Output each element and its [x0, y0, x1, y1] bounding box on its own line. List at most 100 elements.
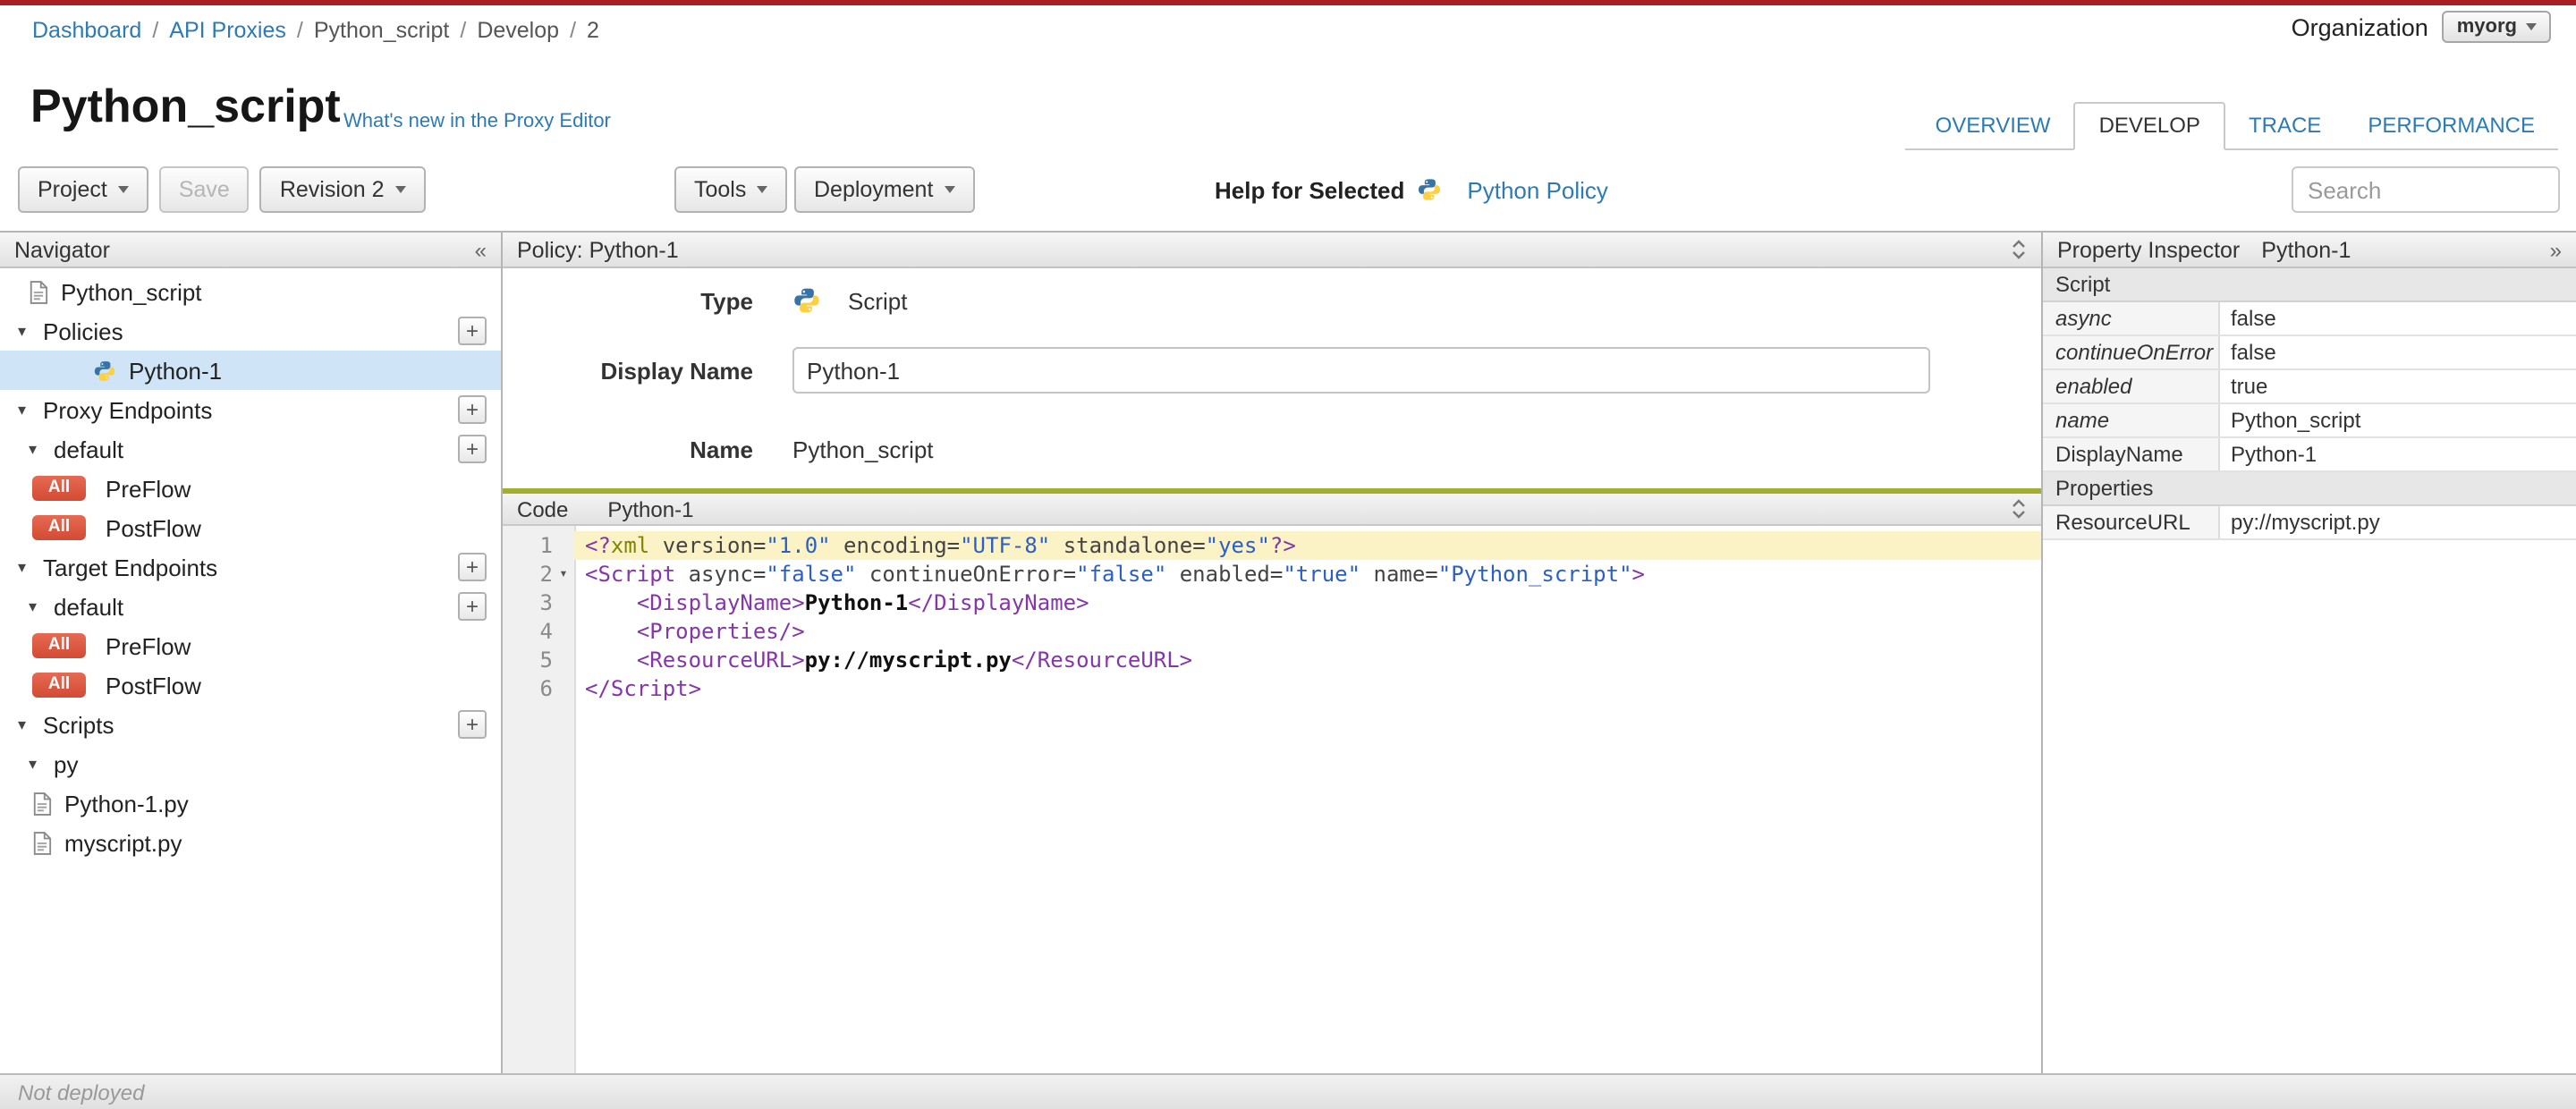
- code-token: <Properties/>: [636, 619, 805, 644]
- nav-item-postflow[interactable]: All PostFlow: [0, 508, 501, 547]
- display-name-row: Display Name: [503, 347, 2041, 394]
- line-gutter: 2 ▾: [503, 560, 574, 588]
- status-bar: Not deployed: [0, 1073, 2576, 1109]
- code-token: async=: [675, 562, 767, 587]
- deployment-button-group: Deployment: [794, 166, 975, 213]
- name-control: Python_script: [792, 436, 934, 463]
- whats-new-link[interactable]: What's new in the Proxy Editor: [343, 111, 611, 132]
- code-token: ?>: [1269, 533, 1296, 558]
- nav-item-label: default: [54, 593, 124, 620]
- chevron-down-icon: [394, 186, 406, 193]
- nav-item-label: myscript.py: [64, 829, 182, 856]
- fold-icon[interactable]: ▾: [553, 560, 574, 588]
- code-line[interactable]: 4 <Properties/>: [503, 617, 2041, 646]
- code-token: </ResourceURL>: [1011, 648, 1193, 673]
- type-row: Type Script: [503, 286, 2041, 315]
- property-value[interactable]: Python-1: [2220, 442, 2576, 467]
- type-label: Type: [700, 287, 753, 314]
- inspector-property-row: ResourceURL py://myscript.py: [2043, 506, 2576, 540]
- code-line[interactable]: 3 <DisplayName>Python-1</DisplayName>: [503, 588, 2041, 617]
- project-button[interactable]: Project: [18, 166, 148, 213]
- nav-item-python-1-py[interactable]: Python-1.py: [0, 783, 501, 823]
- property-value[interactable]: false: [2220, 340, 2576, 365]
- project-button-group: Project Save Revision 2: [18, 166, 426, 213]
- add-button[interactable]: +: [458, 317, 487, 345]
- project-button-label: Project: [38, 177, 107, 202]
- caret-down-icon: ▾: [18, 557, 27, 575]
- nav-item-preflow[interactable]: All PreFlow: [0, 469, 501, 508]
- code-editor[interactable]: 1 <?xml version="1.0" encoding="UTF-8" st…: [503, 526, 2041, 1073]
- inspector-property-row: DisplayName Python-1: [2043, 438, 2576, 472]
- nav-item-preflow[interactable]: All PreFlow: [0, 626, 501, 665]
- code-line[interactable]: 2 ▾ <Script async="false" continueOnError=…: [503, 560, 2041, 588]
- nav-item-proxy-endpoints[interactable]: ▾ Proxy Endpoints +: [0, 390, 501, 429]
- collapse-left-icon[interactable]: «: [475, 239, 487, 260]
- code-token: "true": [1283, 562, 1361, 587]
- inspector-property-row: enabled true: [2043, 370, 2576, 404]
- code-line[interactable]: 5 <ResourceURL>py://myscript.py</Resourc…: [503, 646, 2041, 674]
- line-gutter: 4: [503, 617, 574, 646]
- code-token: "false": [766, 562, 857, 587]
- inspector-table: Script async false continueOnError false enab…: [2043, 268, 2576, 1073]
- expand-right-icon[interactable]: »: [2550, 239, 2562, 260]
- nav-item-python-script[interactable]: Python_script: [0, 272, 501, 311]
- line-number: 5: [539, 648, 553, 673]
- search-input[interactable]: [2292, 166, 2560, 213]
- breadcrumb-item[interactable]: API Proxies: [169, 18, 286, 43]
- tab-overview[interactable]: OVERVIEW: [1912, 104, 2074, 148]
- code-line[interactable]: 6 </Script>: [503, 674, 2041, 703]
- help-area: Help for Selected Python Policy: [1215, 166, 1608, 213]
- property-value[interactable]: Python_script: [2220, 408, 2576, 433]
- inspector-section-label: Properties: [2055, 476, 2154, 501]
- expand-collapse-icon[interactable]: [2011, 240, 2027, 259]
- nav-item-label: default: [54, 436, 124, 462]
- code-token: </Script>: [585, 676, 702, 701]
- nav-item-python-1[interactable]: Python-1: [0, 351, 501, 390]
- add-button[interactable]: +: [458, 710, 487, 739]
- tab-trace[interactable]: TRACE: [2225, 104, 2344, 148]
- nav-item-default[interactable]: ▾ default +: [0, 587, 501, 626]
- revision-button[interactable]: Revision 2: [259, 166, 426, 213]
- add-button[interactable]: +: [458, 553, 487, 581]
- breadcrumb-separator: /: [296, 18, 303, 43]
- caret-down-icon: ▾: [18, 400, 27, 418]
- display-name-label: Display Name: [600, 357, 753, 384]
- organization-area: Organization myorg: [2292, 11, 2551, 43]
- nav-item-policies[interactable]: ▾ Policies +: [0, 311, 501, 351]
- code-token: standalone=: [1050, 533, 1206, 558]
- deployment-button-label: Deployment: [814, 177, 934, 202]
- organization-select[interactable]: myorg: [2442, 11, 2551, 43]
- code-token: name=: [1360, 562, 1438, 587]
- save-button-label: Save: [178, 177, 230, 202]
- breadcrumb-item[interactable]: Dashboard: [32, 18, 141, 43]
- property-value[interactable]: py://myscript.py: [2220, 510, 2576, 535]
- code-token: Python-1: [804, 590, 909, 615]
- nav-item-target-endpoints[interactable]: ▾ Target Endpoints +: [0, 547, 501, 587]
- code-header: Code Python-1: [503, 488, 2041, 526]
- code-line[interactable]: 1 <?xml version="1.0" encoding="UTF-8" st…: [503, 531, 2041, 560]
- deployment-status: Not deployed: [18, 1079, 145, 1105]
- deployment-button[interactable]: Deployment: [794, 166, 975, 213]
- nav-item-py[interactable]: ▾ py: [0, 744, 501, 783]
- property-value[interactable]: false: [2220, 306, 2576, 331]
- display-name-input[interactable]: [792, 347, 1930, 394]
- tab-develop[interactable]: DEVELOP: [2073, 102, 2225, 150]
- property-value[interactable]: true: [2220, 374, 2576, 399]
- python-policy-link[interactable]: Python Policy: [1467, 176, 1608, 203]
- nav-item-postflow[interactable]: All PostFlow: [0, 665, 501, 705]
- nav-item-myscript-py[interactable]: myscript.py: [0, 823, 501, 862]
- add-button[interactable]: +: [458, 395, 487, 424]
- tools-button[interactable]: Tools: [674, 166, 788, 213]
- line-number: 6: [539, 676, 553, 701]
- add-button[interactable]: +: [458, 435, 487, 463]
- code-token: version=: [649, 533, 767, 558]
- tab-performance[interactable]: PERFORMANCE: [2344, 104, 2558, 148]
- save-button[interactable]: Save: [158, 166, 250, 213]
- add-button[interactable]: +: [458, 592, 487, 621]
- nav-item-scripts[interactable]: ▾ Scripts +: [0, 705, 501, 744]
- nav-item-default[interactable]: ▾ default +: [0, 429, 501, 469]
- inspector-section-row: Properties: [2043, 472, 2576, 506]
- expand-collapse-icon[interactable]: [2011, 499, 2027, 519]
